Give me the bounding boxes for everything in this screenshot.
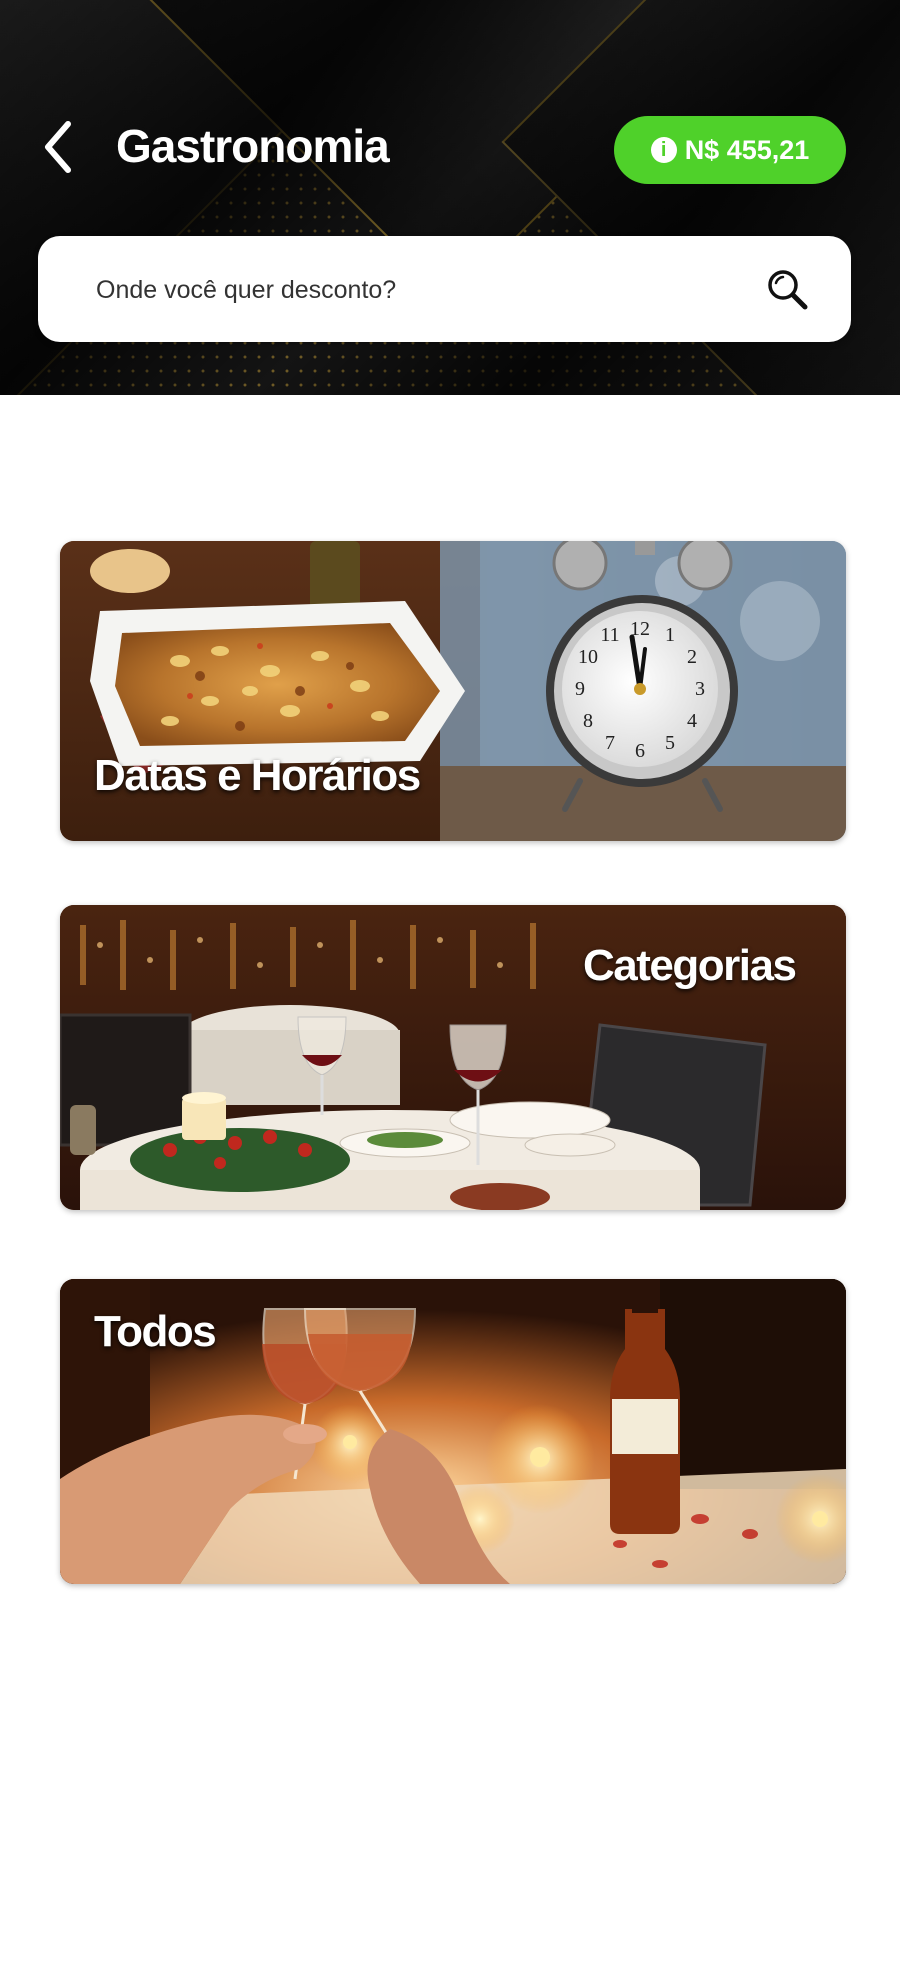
chevron-left-icon <box>45 121 71 173</box>
svg-text:10: 10 <box>578 646 598 668</box>
card-all[interactable]: Todos <box>60 1279 846 1584</box>
card-dates-times[interactable]: 12 1 2 345 678 9 10 11 Datas e Horários <box>60 541 846 841</box>
svg-text:6: 6 <box>635 740 645 762</box>
page-title: Gastronomia <box>116 120 390 172</box>
svg-text:8: 8 <box>583 710 593 732</box>
card-categories[interactable]: Categorias <box>60 905 846 1210</box>
svg-text:1: 1 <box>665 624 675 646</box>
header-banner: Gastronomia i N$ 455,21 <box>0 0 900 395</box>
search-icon[interactable] <box>764 266 810 312</box>
svg-text:9: 9 <box>575 678 585 700</box>
card-title: Datas e Horários <box>94 751 421 800</box>
svg-text:3: 3 <box>695 678 705 700</box>
svg-text:7: 7 <box>605 732 615 754</box>
svg-text:4: 4 <box>687 710 697 732</box>
balance-badge[interactable]: i N$ 455,21 <box>614 116 846 184</box>
svg-text:2: 2 <box>687 646 697 668</box>
info-icon: i <box>650 137 677 163</box>
search-bar <box>38 236 851 342</box>
card-title: Todos <box>94 1307 217 1356</box>
back-button[interactable] <box>38 118 78 176</box>
svg-text:5: 5 <box>665 732 675 754</box>
card-title: Categorias <box>583 941 797 990</box>
balance-value: N$ 455,21 <box>684 134 810 165</box>
search-input[interactable] <box>94 264 738 316</box>
svg-text:11: 11 <box>600 624 619 646</box>
